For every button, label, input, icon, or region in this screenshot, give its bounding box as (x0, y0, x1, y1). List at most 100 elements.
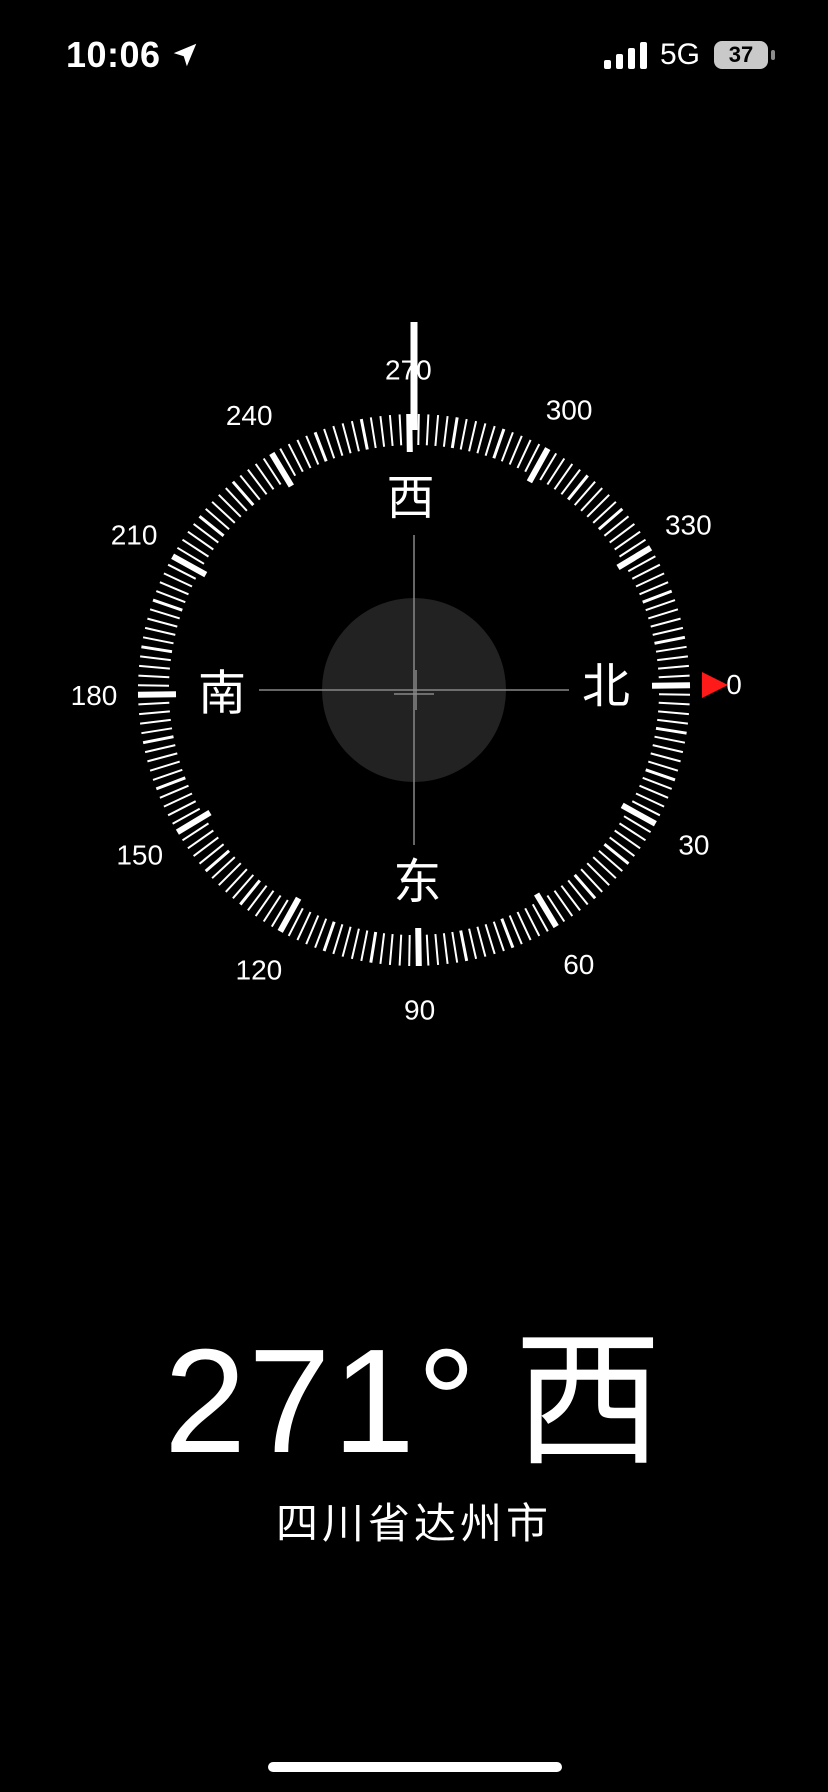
mid-tick (313, 431, 328, 462)
mid-tick (142, 735, 174, 745)
degree-label-0: 0 (726, 669, 742, 700)
minor-tick (652, 744, 684, 754)
major-tick (651, 682, 691, 689)
minor-tick (305, 435, 320, 465)
mid-tick (322, 921, 336, 952)
cardinal-west: 西 (387, 470, 435, 526)
mid-tick (155, 776, 186, 791)
minor-tick (603, 515, 630, 537)
major-tick (534, 892, 559, 929)
minor-tick (341, 926, 352, 957)
minor-tick (155, 590, 186, 604)
minor-tick (332, 425, 344, 456)
minor-tick (580, 487, 603, 512)
minor-tick (654, 735, 686, 744)
minor-tick (592, 501, 617, 524)
degree-label-270: 270 (385, 355, 432, 386)
minor-tick (159, 784, 189, 799)
minor-tick (442, 415, 449, 447)
minor-tick (652, 626, 684, 636)
major-tick (269, 451, 294, 488)
minor-tick (586, 494, 610, 518)
minor-tick (484, 924, 496, 955)
home-indicator[interactable] (268, 1762, 562, 1772)
minor-tick (305, 915, 320, 945)
cardinal-north: 北 (582, 659, 630, 715)
minor-tick (314, 918, 328, 949)
minor-tick (598, 849, 623, 872)
minor-tick (609, 523, 636, 544)
minor-tick (323, 428, 336, 459)
major-tick (171, 553, 208, 578)
mid-tick (239, 879, 261, 906)
degree-label-60: 60 (563, 949, 594, 980)
minor-tick (205, 508, 230, 531)
mid-tick (204, 849, 231, 873)
minor-tick (592, 856, 617, 879)
major-tick (175, 810, 212, 835)
minor-tick (152, 768, 183, 781)
mid-tick (603, 843, 630, 865)
minor-tick (658, 693, 691, 696)
minor-tick (657, 655, 689, 662)
minor-tick (350, 928, 360, 960)
minor-tick (218, 862, 242, 886)
minor-tick (484, 425, 496, 456)
mid-tick (359, 418, 369, 450)
mid-tick (567, 474, 589, 501)
minor-tick (369, 417, 377, 449)
minor-tick (573, 481, 596, 506)
heading-degrees: 271° (163, 1319, 479, 1484)
mid-tick (459, 930, 469, 962)
minor-tick (650, 752, 681, 763)
major-tick (526, 447, 551, 484)
major-tick (277, 896, 302, 933)
mid-tick (198, 515, 225, 537)
degree-label-180: 180 (71, 680, 118, 711)
minor-tick (379, 415, 386, 447)
minor-tick (138, 701, 170, 706)
minor-tick (500, 431, 514, 462)
major-tick (620, 802, 657, 827)
minor-tick (149, 608, 180, 620)
minor-tick (645, 599, 676, 612)
minor-tick (139, 664, 170, 670)
minor-tick (211, 856, 236, 879)
minor-tick (247, 468, 268, 495)
minor-tick (508, 435, 523, 465)
minor-tick (417, 413, 420, 446)
minor-tick (476, 423, 487, 454)
mid-tick (597, 507, 624, 531)
minor-tick (398, 934, 403, 966)
minor-tick (147, 617, 178, 628)
minor-tick (388, 415, 394, 446)
mid-tick (645, 768, 676, 782)
minor-tick (580, 868, 603, 893)
minor-tick (658, 710, 689, 716)
minor-tick (137, 684, 170, 687)
major-tick (406, 413, 413, 453)
minor-tick (142, 636, 174, 645)
minor-tick (360, 930, 369, 962)
mid-tick (152, 598, 183, 612)
location-name: 四川省达州市 (275, 1499, 552, 1548)
minor-tick (655, 645, 687, 653)
compass-dial[interactable]: 0 30 60 90 120 150 180 210 240 270 300 330 北东 南 西 (0, 0, 828, 1100)
minor-tick (225, 487, 248, 512)
mid-tick (642, 589, 673, 604)
minor-tick (492, 921, 505, 952)
minor-tick (425, 934, 430, 966)
mid-tick (573, 873, 597, 900)
minor-tick (225, 868, 248, 893)
minor-tick (149, 760, 180, 772)
minor-tick (451, 931, 459, 963)
degree-label-30: 30 (678, 830, 709, 861)
minor-tick (159, 581, 189, 596)
minor-tick (657, 718, 689, 725)
minor-tick (648, 760, 679, 772)
minor-tick (567, 879, 589, 906)
minor-tick (560, 885, 581, 912)
minor-tick (408, 934, 411, 967)
minor-tick (144, 626, 176, 636)
minor-tick (434, 934, 440, 965)
